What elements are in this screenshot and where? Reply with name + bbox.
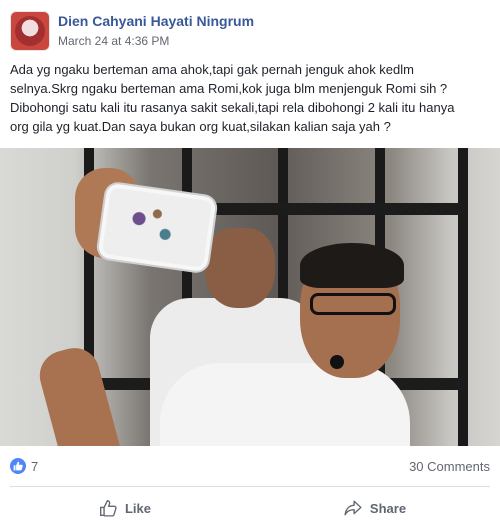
facebook-post-card: Dien Cahyani Hayati Ningrum March 24 at … <box>0 0 500 530</box>
share-label: Share <box>369 500 407 516</box>
foreground-person-body <box>160 363 410 446</box>
background-person-head <box>205 228 275 308</box>
avatar-image <box>15 16 45 46</box>
foreground-person-hair <box>300 243 404 288</box>
raised-arm <box>34 342 126 446</box>
thumbs-up-icon <box>10 458 26 474</box>
comments-count-link[interactable]: 30 Comments <box>409 459 490 474</box>
like-count: 7 <box>31 458 39 474</box>
post-text: Ada yg ngaku berteman ama ahok,tapi gak … <box>10 62 455 134</box>
author-name-link[interactable]: Dien Cahyani Hayati Ningrum <box>58 12 254 30</box>
post-header: Dien Cahyani Hayati Ningrum March 24 at … <box>10 10 254 52</box>
thumbs-up-outline-icon <box>99 500 117 517</box>
share-arrow-icon <box>344 500 362 516</box>
divider <box>10 486 490 487</box>
post-stats: 7 30 Comments <box>10 456 490 476</box>
share-button[interactable]: Share <box>250 488 500 528</box>
cell-bar <box>458 148 468 446</box>
like-button[interactable]: Like <box>0 488 250 528</box>
action-bar: Like Share <box>0 488 500 528</box>
like-label: Like <box>124 500 151 516</box>
smartphone <box>95 180 219 275</box>
headset-mic <box>330 355 344 369</box>
glasses <box>310 293 396 315</box>
post-meta: Dien Cahyani Hayati Ningrum March 24 at … <box>58 12 254 50</box>
author-avatar[interactable] <box>10 11 50 51</box>
reaction-summary[interactable]: 7 <box>10 458 38 474</box>
phone-case-pattern <box>114 196 191 254</box>
post-photo[interactable] <box>0 148 500 446</box>
post-timestamp[interactable]: March 24 at 4:36 PM <box>58 32 254 50</box>
